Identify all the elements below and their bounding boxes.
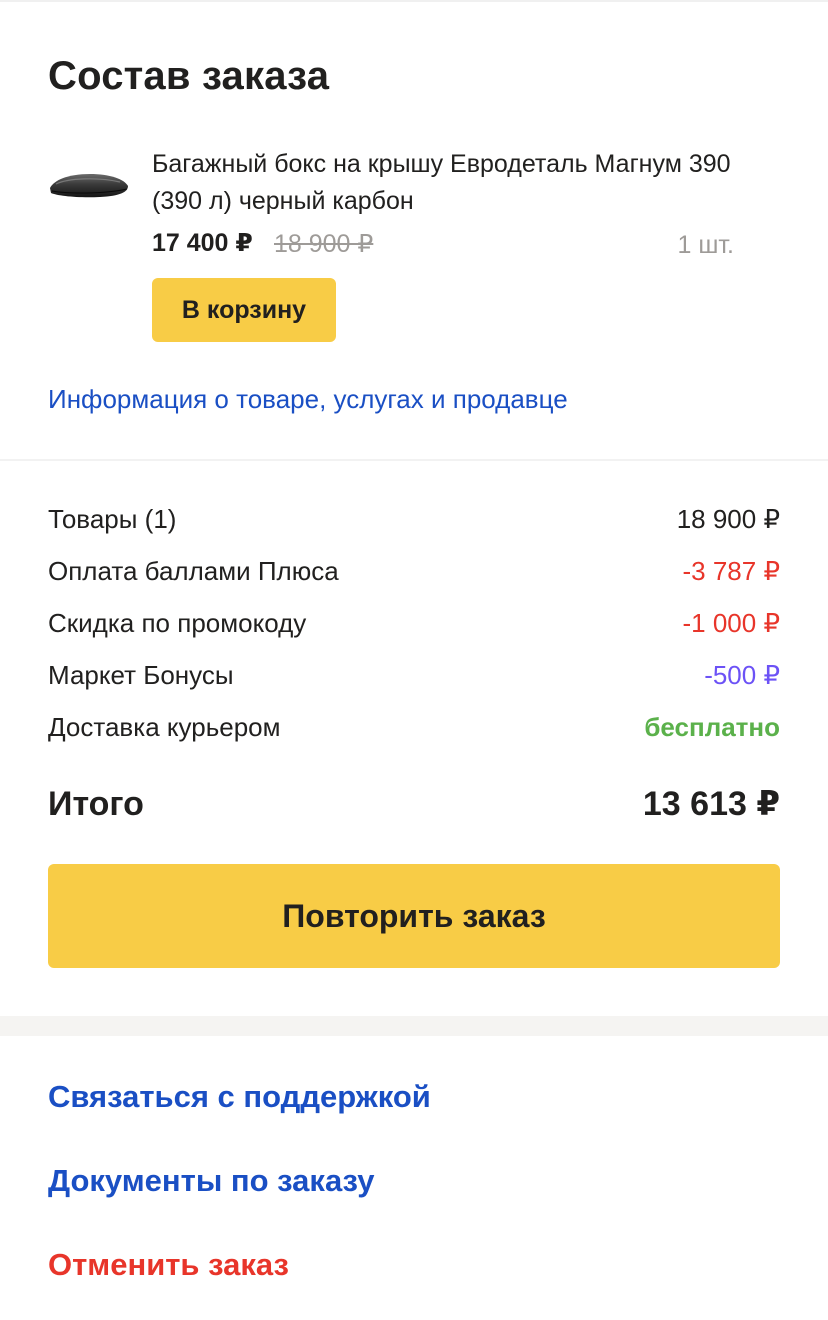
top-divider	[0, 0, 828, 2]
product-old-price: 18 900 ₽	[274, 230, 374, 258]
product-info-link[interactable]: Информация о товаре, услугах и продавце	[48, 384, 568, 415]
contact-support-link[interactable]: Связаться с поддержкой	[48, 1079, 431, 1115]
summary-label: Доставка курьером	[48, 711, 281, 742]
summary-row-goods: Товары (1) 18 900 ₽	[48, 499, 780, 539]
summary-label: Маркет Бонусы	[48, 659, 234, 690]
page-title: Состав заказа	[48, 54, 330, 98]
summary-value: -1 000 ₽	[682, 607, 781, 638]
summary-value: бесплатно	[644, 711, 780, 742]
section-separator	[0, 1016, 828, 1036]
summary-label: Оплата баллами Плюса	[48, 555, 339, 586]
summary-value: -500 ₽	[704, 659, 780, 690]
product-name[interactable]: Багажный бокс на крышу Евродеталь Магнум…	[152, 146, 772, 220]
repeat-order-button[interactable]: Повторить заказ	[48, 864, 780, 968]
product-price: 17 400 ₽	[152, 229, 253, 257]
summary-value: 18 900 ₽	[676, 503, 780, 534]
add-to-cart-button[interactable]: В корзину	[152, 278, 336, 342]
product-quantity: 1 шт.	[677, 231, 734, 259]
summary-row-promo-discount: Скидка по промокоду -1 000 ₽	[48, 603, 780, 643]
total-label: Итого	[48, 784, 144, 823]
total-value: 13 613 ₽	[642, 785, 780, 823]
roof-box-image[interactable]	[48, 162, 130, 204]
section-divider	[0, 459, 828, 461]
summary-label: Скидка по промокоду	[48, 607, 307, 638]
cancel-order-link[interactable]: Отменить заказ	[48, 1247, 289, 1283]
total-row: Итого 13 613 ₽	[48, 780, 780, 828]
summary-row-market-bonuses: Маркет Бонусы -500 ₽	[48, 655, 780, 695]
summary-row-plus-points: Оплата баллами Плюса -3 787 ₽	[48, 551, 780, 591]
summary-value: -3 787 ₽	[682, 555, 781, 586]
summary-row-delivery: Доставка курьером бесплатно	[48, 707, 780, 747]
order-documents-link[interactable]: Документы по заказу	[48, 1163, 374, 1199]
summary-label: Товары (1)	[48, 503, 177, 534]
